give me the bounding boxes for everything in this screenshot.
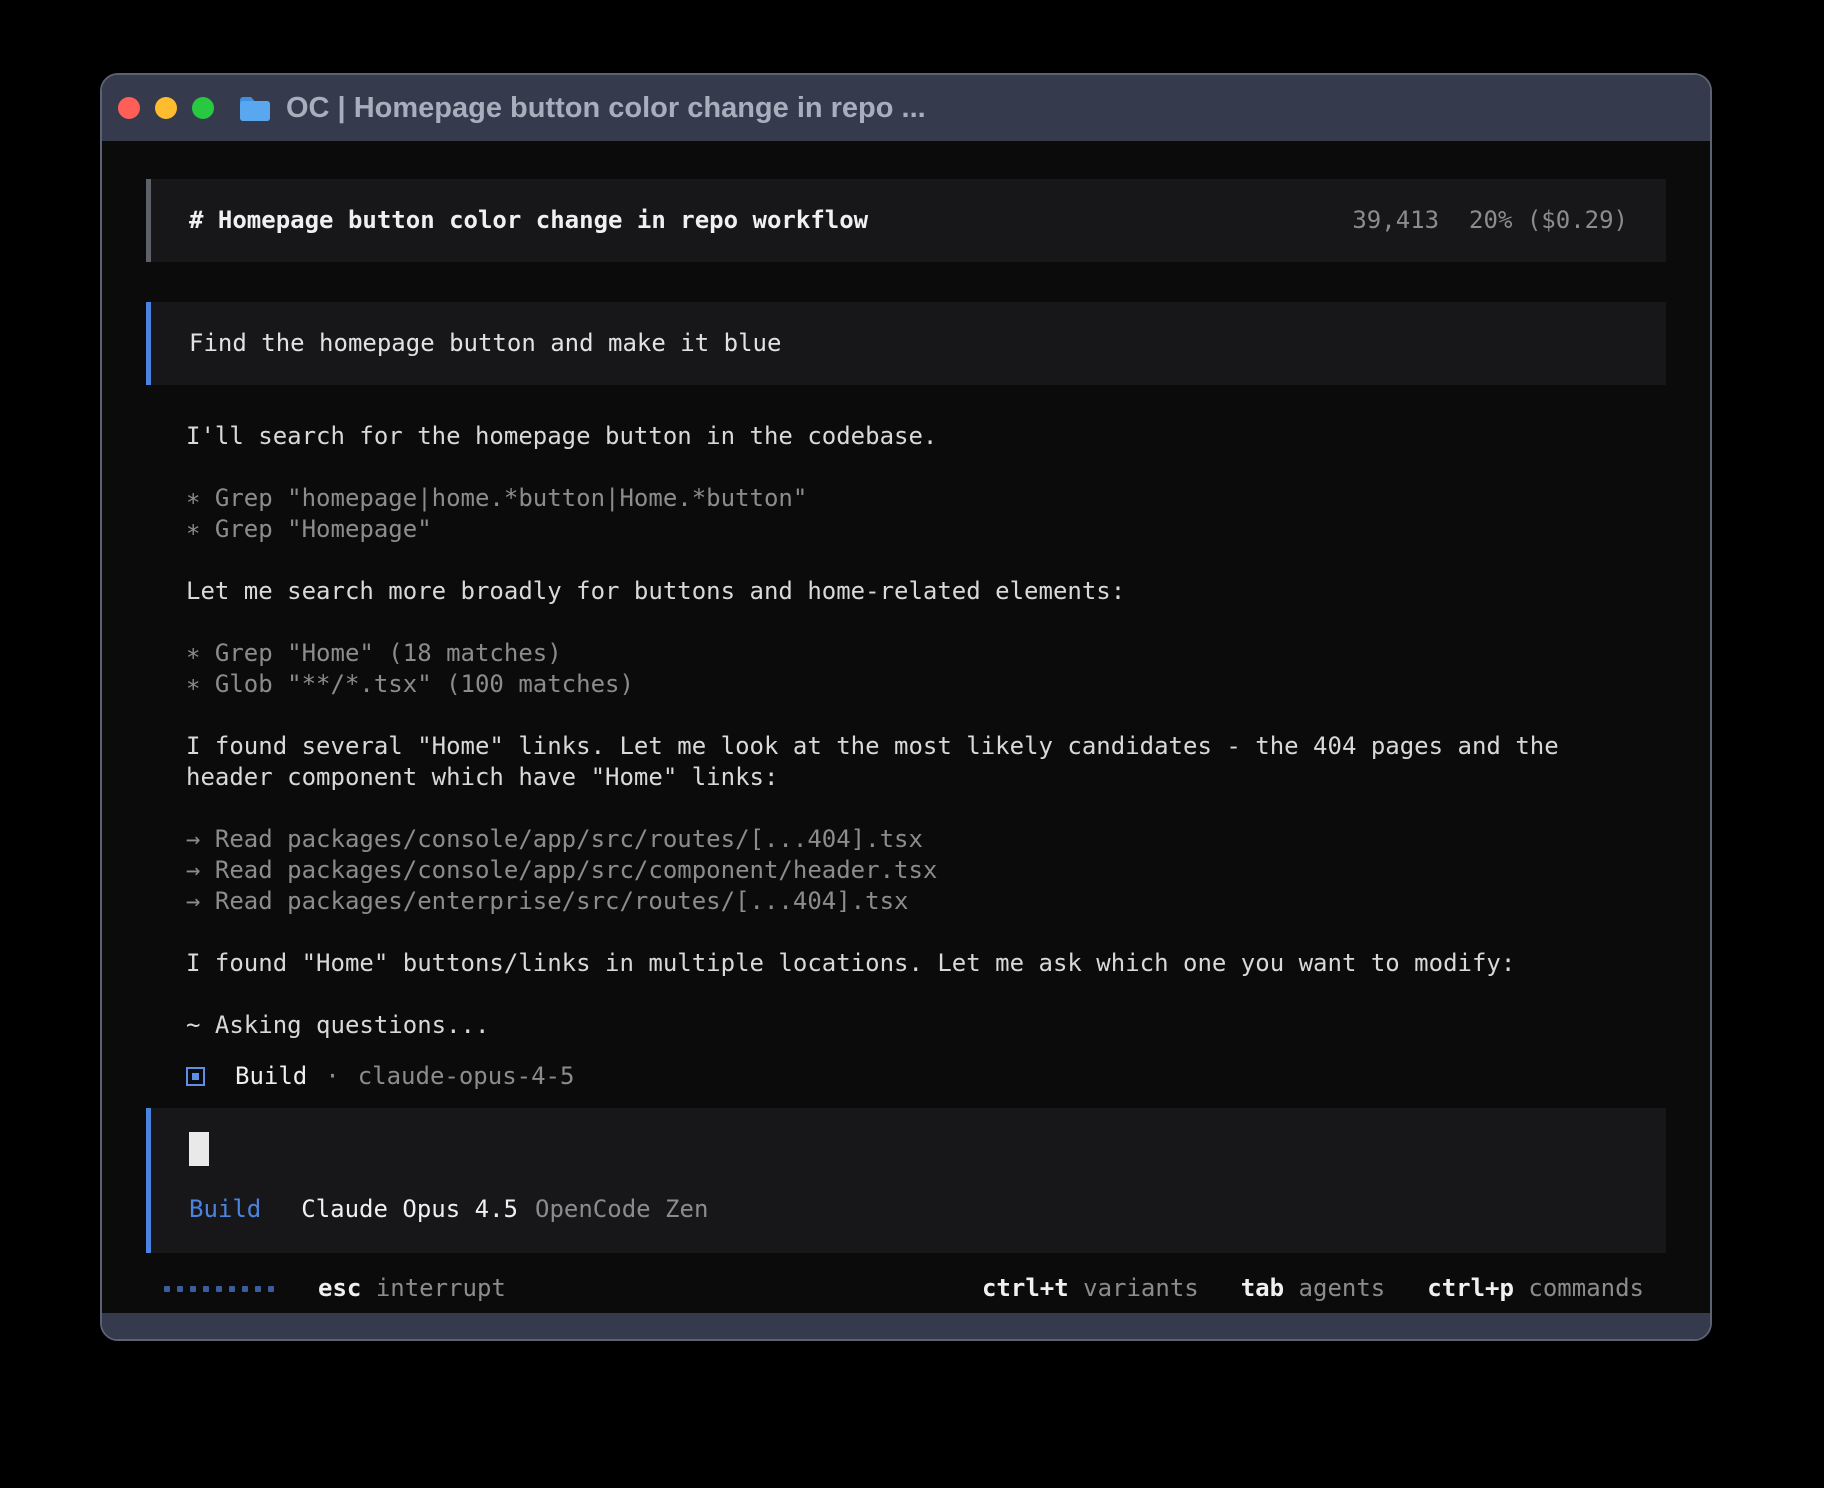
transcript-line: I'll search for the homepage button in t… bbox=[186, 421, 1646, 452]
progress-dot bbox=[216, 1286, 222, 1292]
hint-label: commands bbox=[1514, 1274, 1644, 1302]
keyboard-hints: ctrl+t variants tab agents ctrl+p commands bbox=[982, 1273, 1644, 1304]
window-titlebar: OC | Homepage button color change in rep… bbox=[102, 75, 1710, 141]
context-usage: 20% ($0.29) bbox=[1469, 205, 1628, 236]
keyboard-hint-agents: tab agents bbox=[1241, 1273, 1386, 1304]
transcript-spacer bbox=[186, 545, 1646, 576]
hint-key: ctrl+p bbox=[1427, 1274, 1514, 1302]
session-title: # Homepage button color change in repo w… bbox=[189, 205, 868, 236]
build-agent-icon bbox=[186, 1067, 205, 1086]
transcript-line: I found several "Home" links. Let me loo… bbox=[186, 731, 1646, 793]
transcript-spacer bbox=[186, 917, 1646, 948]
progress-dot bbox=[268, 1286, 274, 1292]
transcript-spacer bbox=[186, 607, 1646, 638]
transcript-line: ∗ Grep "Homepage" bbox=[186, 514, 1646, 545]
progress-dot bbox=[242, 1286, 248, 1292]
progress-dots-icon bbox=[164, 1286, 274, 1292]
prompt-input[interactable]: Build Claude Opus 4.5 OpenCode Zen bbox=[146, 1108, 1666, 1253]
hint-label: variants bbox=[1069, 1274, 1199, 1302]
text-cursor bbox=[189, 1132, 209, 1166]
hint-key: ctrl+t bbox=[982, 1274, 1069, 1302]
minimize-button[interactable] bbox=[155, 97, 177, 119]
model-status-row: Build Claude Opus 4.5 OpenCode Zen bbox=[189, 1194, 1628, 1225]
assistant-transcript: I'll search for the homepage button in t… bbox=[146, 421, 1646, 1041]
user-message: Find the homepage button and make it blu… bbox=[146, 302, 1666, 385]
transcript-line: ~ Asking questions... bbox=[186, 1010, 1646, 1041]
progress-dot bbox=[255, 1286, 261, 1292]
progress-dot bbox=[190, 1286, 196, 1292]
keyboard-hint-interrupt: esc interrupt bbox=[318, 1273, 506, 1304]
hint-key: esc bbox=[318, 1274, 361, 1302]
session-header: # Homepage button color change in repo w… bbox=[146, 179, 1666, 262]
transcript-spacer bbox=[186, 793, 1646, 824]
agent-separator: · bbox=[325, 1061, 339, 1092]
agent-mode-label: Build bbox=[189, 1194, 261, 1225]
agent-name: Build bbox=[235, 1061, 307, 1092]
progress-dot bbox=[229, 1286, 235, 1292]
transcript-line: → Read packages/enterprise/src/routes/[.… bbox=[186, 886, 1646, 917]
keyboard-hint-commands: ctrl+p commands bbox=[1427, 1273, 1644, 1304]
transcript-line: ∗ Glob "**/*.tsx" (100 matches) bbox=[186, 669, 1646, 700]
agent-status-row: Build · claude-opus-4-5 bbox=[146, 1061, 1666, 1092]
model-label: Claude Opus 4.5 bbox=[301, 1194, 518, 1225]
transcript-line: ∗ Grep "Home" (18 matches) bbox=[186, 638, 1646, 669]
window-bottom-edge bbox=[102, 1313, 1710, 1339]
progress-dot bbox=[164, 1286, 170, 1292]
status-bar: esc interrupt ctrl+t variantstab agentsc… bbox=[146, 1273, 1666, 1304]
transcript-line: I found "Home" buttons/links in multiple… bbox=[186, 948, 1646, 979]
transcript-line: Let me search more broadly for buttons a… bbox=[186, 576, 1646, 607]
transcript-line: ∗ Grep "homepage|home.*button|Home.*butt… bbox=[186, 483, 1646, 514]
hint-label: interrupt bbox=[361, 1274, 506, 1302]
window-title: OC | Homepage button color change in rep… bbox=[286, 92, 926, 125]
transcript-line: → Read packages/console/app/src/routes/[… bbox=[186, 824, 1646, 855]
transcript-spacer bbox=[186, 700, 1646, 731]
transcript-spacer bbox=[186, 452, 1646, 483]
terminal-window: OC | Homepage button color change in rep… bbox=[100, 73, 1712, 1341]
token-count: 39,413 bbox=[1352, 205, 1439, 236]
user-message-text: Find the homepage button and make it blu… bbox=[189, 329, 781, 357]
hint-key: tab bbox=[1241, 1274, 1284, 1302]
hint-label: agents bbox=[1284, 1274, 1385, 1302]
progress-dot bbox=[177, 1286, 183, 1292]
keyboard-hint-variants: ctrl+t variants bbox=[982, 1273, 1199, 1304]
traffic-lights bbox=[118, 97, 214, 119]
terminal-content: # Homepage button color change in repo w… bbox=[102, 141, 1710, 1304]
transcript-spacer bbox=[186, 979, 1646, 1010]
zoom-button[interactable] bbox=[192, 97, 214, 119]
transcript-line: → Read packages/console/app/src/componen… bbox=[186, 855, 1646, 886]
agent-model: claude-opus-4-5 bbox=[358, 1061, 575, 1092]
session-stats: 39,413 20% ($0.29) bbox=[1352, 205, 1628, 236]
provider-label: OpenCode Zen bbox=[535, 1194, 708, 1225]
progress-dot bbox=[203, 1286, 209, 1292]
prompt-input-line[interactable] bbox=[189, 1132, 1628, 1166]
folder-icon bbox=[238, 94, 272, 122]
close-button[interactable] bbox=[118, 97, 140, 119]
